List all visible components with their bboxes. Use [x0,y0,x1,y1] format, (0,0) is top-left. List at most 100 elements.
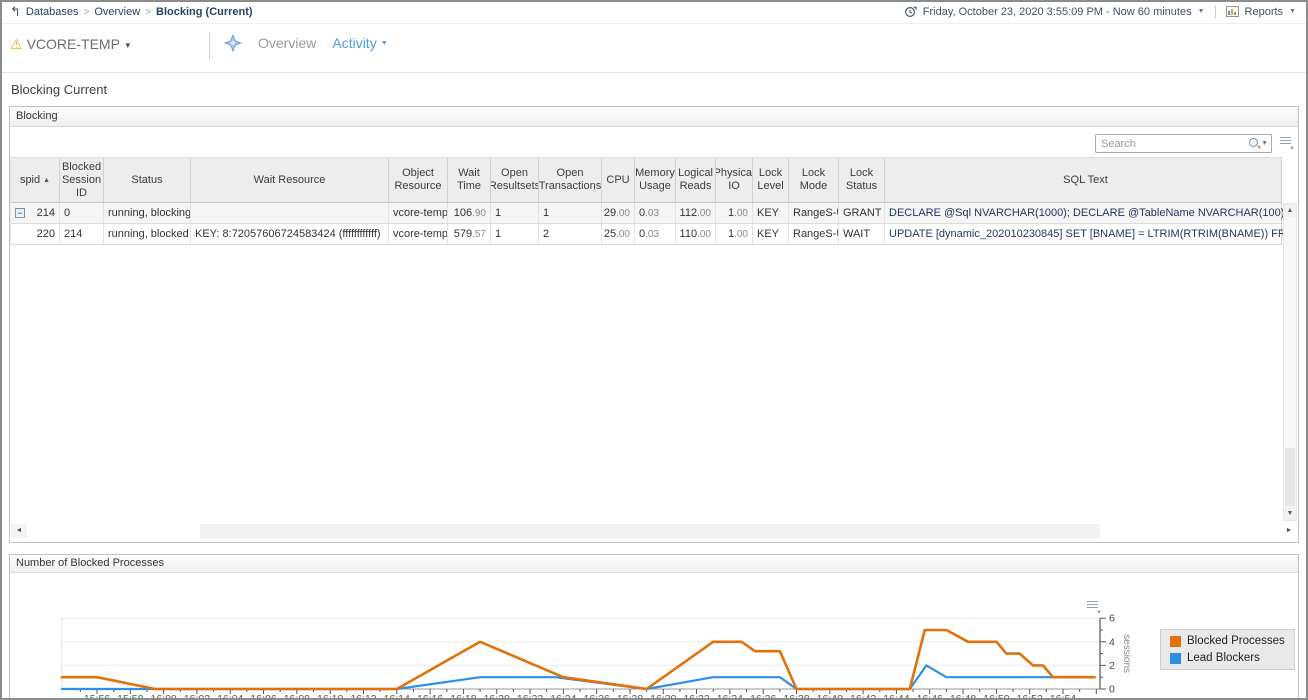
x-axis-tick-label: 16:08 [284,693,310,700]
col-header-wait-resource[interactable]: Wait Resource [191,158,389,202]
scroll-right-icon[interactable]: ► [1281,524,1297,538]
col-header-label: SQL Text [1063,174,1108,187]
scroll-left-icon[interactable]: ◄ [11,524,27,538]
table-row[interactable]: 220214running, blockedKEY: 8:72057606724… [11,224,1281,245]
legend-item-lead-blockers[interactable]: Lead Blockers [1170,652,1285,664]
col-header-label: Physical IO [716,167,753,193]
cell-text: vcore-temp [393,228,448,240]
col-header-label: Lock Mode [791,167,836,193]
col-header-label: Memory Usage [635,167,675,193]
breadcrumb-item-databases[interactable]: Databases [26,6,79,18]
top-bar: ↰ Databases > Overview > Blocking (Curre… [2,2,1306,24]
time-range-caret-icon[interactable]: ▼ [1198,8,1205,15]
cell-text: RangeS-U [793,207,839,219]
col-header-physical-io[interactable]: Physical IO [716,158,753,202]
cell-open-resultsets: 1 [491,203,539,223]
y-axis-title: sessions [1121,634,1132,673]
list-lines-icon [1280,137,1291,145]
instance-name: VCORE-TEMP [27,36,120,52]
cell-int-part: 110 [680,228,698,240]
col-header-sql-text[interactable]: SQL Text [885,158,1286,202]
y-axis-tick-label: 2 [1109,660,1115,672]
cell-dec-part: .57 [472,229,486,240]
instance-caret-icon: ▼ [124,41,132,50]
col-header-lock-status[interactable]: Lock Status [839,158,885,202]
cell-text: GRANT [843,207,882,219]
x-axis-tick-label: 16:06 [250,693,276,700]
cell-text: DECLARE @Sql NVARCHAR(1000); DECLARE @Ta… [889,207,1286,219]
chart-legend: Blocked Processes Lead Blockers [1160,629,1295,670]
x-axis-tick-label: 16:36 [750,693,776,700]
topbar-right-group: Friday, October 23, 2020 3:55:09 PM - No… [904,5,1296,18]
cell-open-resultsets: 1 [491,224,539,244]
tab-activity[interactable]: Activity ▼ [332,35,387,51]
horizontal-scrollbar-thumb[interactable] [200,524,1100,538]
cell-text: vcore-temp [393,207,448,219]
cell-int-part: 112 [680,207,698,219]
x-axis-tick-label: 16:40 [817,693,843,700]
legend-item-blocked-processes[interactable]: Blocked Processes [1170,635,1285,647]
scroll-up-icon[interactable]: ▲ [1284,204,1296,217]
col-header-wait-time[interactable]: Wait Time [448,158,491,202]
cell-text: 1 [543,207,549,219]
x-axis-tick-label: 16:42 [850,693,876,700]
x-axis-tick-label: 16:10 [317,693,343,700]
col-header-object-resource[interactable]: Object Resource [389,158,448,202]
cell-physical-io: 1.00 [716,203,753,223]
vertical-scrollbar[interactable]: ▲ ▼ [1283,203,1297,521]
tab-strip: Overview Activity ▼ [224,34,388,52]
x-axis-tick-label: 16:00 [150,693,176,700]
reports-caret-icon[interactable]: ▼ [1289,8,1296,15]
application-window: ↰ Databases > Overview > Blocking (Curre… [0,0,1308,700]
scroll-down-icon[interactable]: ▼ [1284,507,1296,520]
instance-bar: ⚠ VCORE-TEMP ▼ Overview Activity ▼ [2,24,1306,70]
breadcrumb-separator: > [84,7,90,18]
col-header-cpu[interactable]: CPU [602,158,635,202]
cell-dec-part: .90 [472,208,486,219]
col-header-lock-mode[interactable]: Lock Mode [789,158,839,202]
cell-text: RangeS-U [793,228,839,240]
col-header-lock-level[interactable]: Lock Level [753,158,789,202]
cell-dec-part: .00 [697,229,711,240]
col-header-memory-usage[interactable]: Memory Usage [635,158,676,202]
col-header-open-transactions[interactable]: Open Transactions [539,158,602,202]
col-header-open-resultsets[interactable]: Open Resultsets [491,158,539,202]
instance-selector[interactable]: ⚠ VCORE-TEMP ▼ [10,36,132,52]
table-header-row: spid▲Blocked Session IDStatusWait Resour… [11,157,1281,203]
col-header-spid[interactable]: spid▲ [11,158,60,202]
col-header-label: Blocked Session ID [62,161,101,200]
x-axis-tick-label: 16:14 [384,693,410,700]
breadcrumb-item-overview[interactable]: Overview [94,6,140,18]
tab-overview-label: Overview [258,35,316,51]
vertical-scrollbar-thumb[interactable] [1285,448,1295,506]
cell-text: 2 [543,228,549,240]
col-header-logical-reads[interactable]: Logical Reads [676,158,716,202]
x-axis-tick-label: 16:24 [550,693,576,700]
x-axis-tick-label: 15:56 [84,693,110,700]
table-row[interactable]: −2140running, blockingvcore-temp106.9011… [11,203,1281,224]
col-header-status[interactable]: Status [104,158,191,202]
x-axis-tick-label: 15:58 [117,693,143,700]
cell-open-transactions: 2 [539,224,602,244]
x-axis-tick-label: 16:16 [417,693,443,700]
time-range-selector[interactable]: Friday, October 23, 2020 3:55:09 PM - No… [923,6,1192,18]
reports-menu[interactable]: Reports [1245,6,1284,18]
col-header-label: CPU [606,174,629,187]
cell-dec-part: .03 [645,208,659,219]
col-header-blocked-session-id[interactable]: Blocked Session ID [60,158,104,202]
cell-text: 214 [37,207,55,219]
tab-overview[interactable]: Overview [258,35,316,51]
back-icon[interactable]: ↰ [10,7,21,17]
cell-sql-text: DECLARE @Sql NVARCHAR(1000); DECLARE @Ta… [885,203,1286,223]
search-input[interactable] [1101,138,1248,150]
search-icon[interactable] [1248,137,1261,150]
search-options-caret-icon[interactable]: ▼ [1261,140,1268,147]
collapse-row-icon[interactable]: − [15,208,25,218]
x-axis-tick-label: 16:54 [1050,693,1076,700]
cell-text: WAIT [843,228,870,240]
cell-lock-level: KEY [753,203,789,223]
cell-dec-part: .00 [616,229,630,240]
cell-memory-usage: 0.03 [635,203,676,223]
cell-cpu: 25.00 [602,224,635,244]
grid-customizer-icon[interactable]: ▼ [1280,137,1294,150]
